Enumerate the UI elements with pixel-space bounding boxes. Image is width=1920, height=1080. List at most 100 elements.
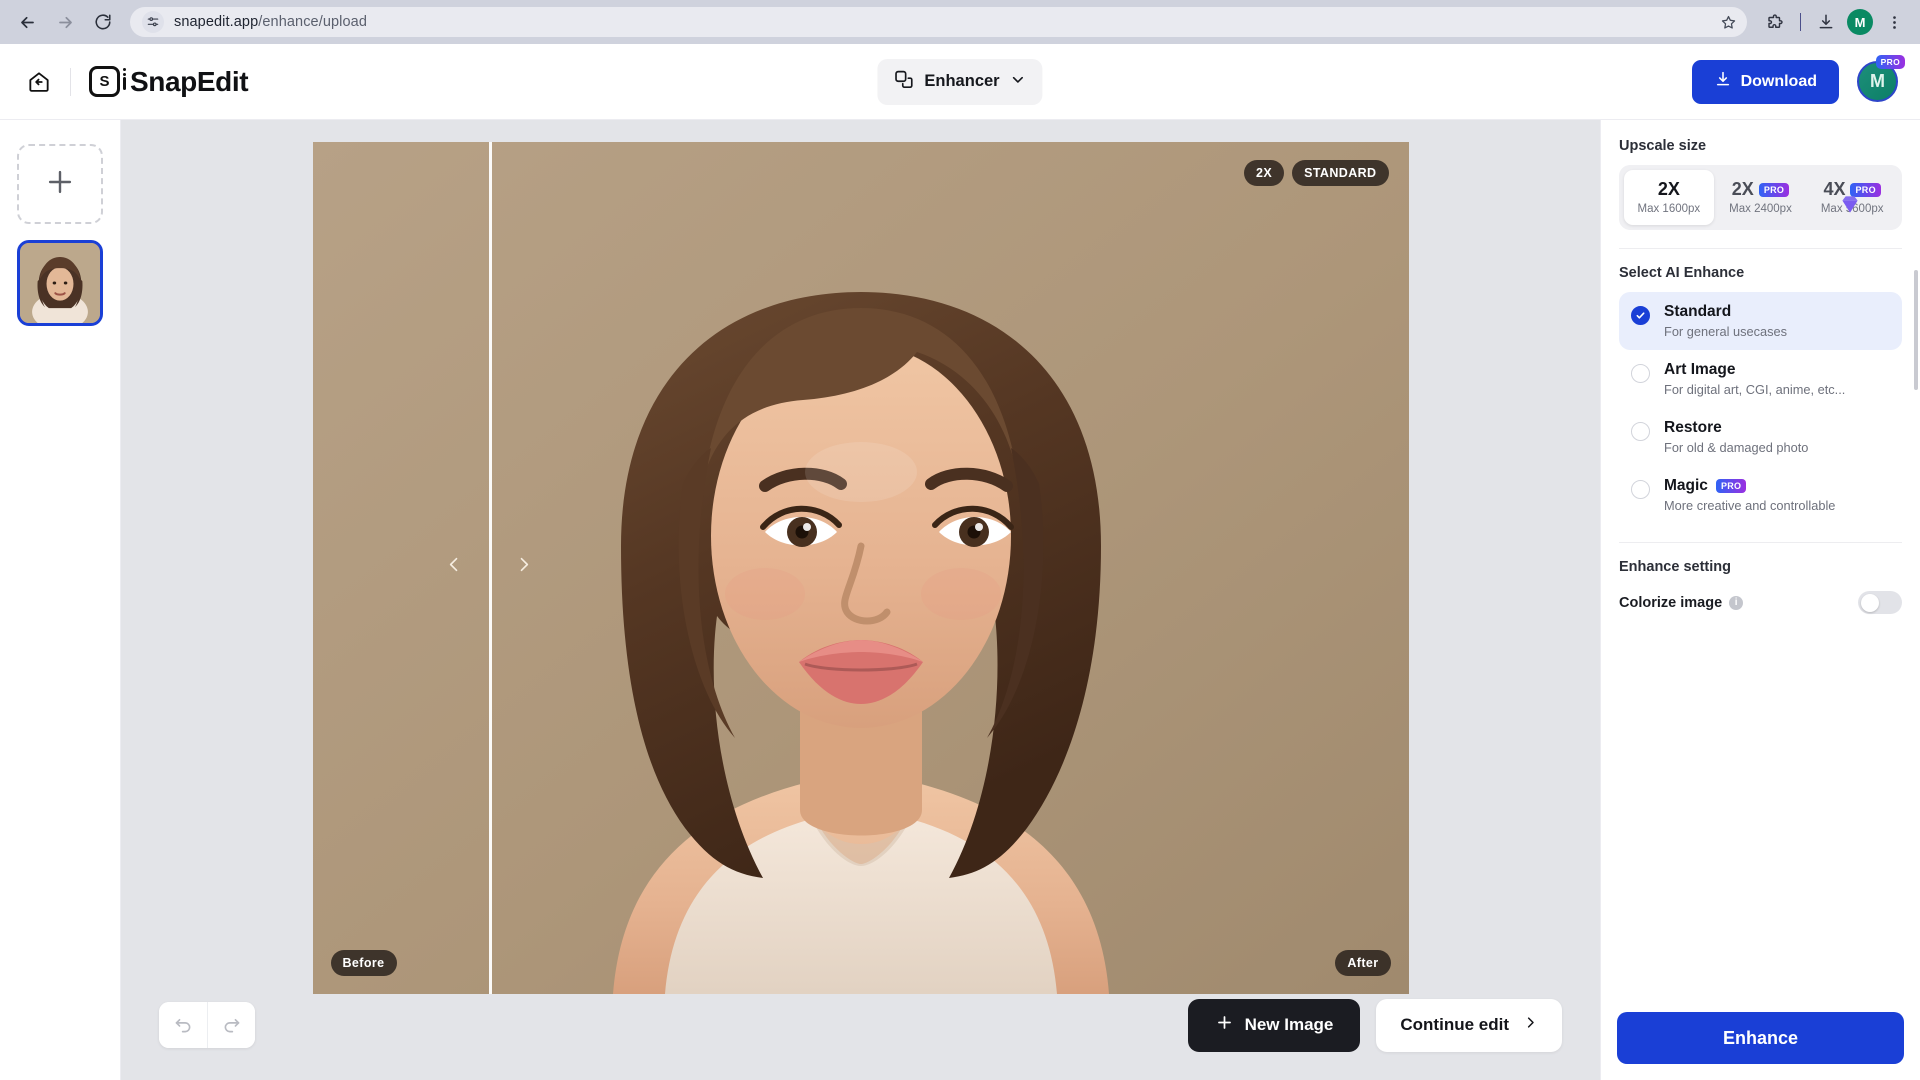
chevron-right-icon	[1523, 1015, 1538, 1035]
mode-label: Enhancer	[924, 72, 1000, 90]
plus-icon	[1215, 1013, 1234, 1037]
new-image-button[interactable]: New Image	[1187, 998, 1361, 1052]
upscale-size-group: 2X Max 1600px 2X PRO Max 2400px 4X PRO M…	[1619, 165, 1902, 230]
chrome-profile-avatar[interactable]: M	[1844, 6, 1876, 38]
radio-restore[interactable]	[1631, 422, 1650, 441]
brand-logo[interactable]: S SnapEdit	[89, 65, 249, 98]
portrait-photo	[312, 142, 1409, 994]
portrait-thumbnail-image	[20, 243, 100, 323]
pro-badge: PRO	[1758, 182, 1790, 197]
enhance-option-standard[interactable]: Standard For general usecases	[1619, 292, 1902, 350]
chevron-down-icon	[1010, 71, 1027, 93]
browser-toolbar: snapedit.app/enhance/upload M	[0, 0, 1920, 44]
panel-divider-2	[1619, 542, 1902, 543]
browser-toolbar-icons: M	[1759, 6, 1910, 38]
radio-standard[interactable]	[1631, 306, 1650, 325]
app-header: S SnapEdit Enhancer Download M PRO	[0, 44, 1920, 120]
download-button[interactable]: Download	[1691, 59, 1839, 104]
image-badges: 2X STANDARD	[1243, 160, 1389, 186]
profile-initial: M	[1847, 9, 1873, 35]
brand-name: SnapEdit	[130, 65, 249, 97]
new-image-label: New Image	[1244, 1015, 1334, 1034]
enhance-option-desc: For old & damaged photo	[1664, 440, 1809, 455]
upscale-size-title: Upscale size	[1619, 138, 1707, 154]
page-settings-icon[interactable]	[142, 11, 164, 33]
rail-thumbnail-1[interactable]	[17, 240, 103, 326]
panel-scrollbar[interactable]	[1914, 270, 1918, 390]
image-rail	[0, 120, 121, 1080]
enhance-option-name: Magic	[1664, 477, 1708, 494]
browser-back-button[interactable]	[10, 5, 44, 39]
compare-viewer[interactable]: 2X STANDARD Before After	[312, 142, 1409, 994]
pro-badge: PRO	[1715, 479, 1747, 493]
colorize-image-toggle[interactable]	[1858, 591, 1902, 614]
select-ai-enhance-title: Select AI Enhance	[1619, 265, 1745, 281]
enhancer-icon	[893, 69, 914, 95]
canvas-actions: New Image Continue edit	[1187, 998, 1562, 1052]
settings-scroll-area: Upscale size 2X Max 1600px 2X PRO Max 24…	[1601, 120, 1920, 998]
upscale-factor: 2X	[1657, 179, 1680, 199]
enhance-option-desc: More creative and controllable	[1664, 498, 1836, 513]
pro-badge: PRO	[1875, 55, 1905, 69]
enhance-option-name: Art Image	[1664, 361, 1736, 378]
url-host: snapedit.app	[174, 14, 259, 30]
pro-badge: PRO	[1850, 182, 1881, 197]
enhance-option-restore[interactable]: Restore For old & damaged photo	[1619, 408, 1902, 466]
enhance-option-desc: For general usecases	[1664, 324, 1788, 339]
logo-bar	[123, 77, 126, 90]
scale-badge: 2X	[1243, 160, 1285, 186]
download-icon	[1714, 70, 1732, 93]
settings-panel: Upscale size 2X Max 1600px 2X PRO Max 24…	[1600, 120, 1920, 1080]
upscale-factor: 4X	[1823, 179, 1846, 199]
extensions-puzzle-icon[interactable]	[1759, 6, 1791, 38]
ai-enhance-options: Standard For general usecases Art Image …	[1619, 292, 1902, 524]
colorize-image-label: Colorize image	[1619, 594, 1723, 611]
undo-button[interactable]	[159, 1002, 207, 1048]
colorize-image-label-group: Colorize image i	[1619, 594, 1744, 611]
logo-letter: S	[99, 73, 110, 90]
enhance-option-name: Standard	[1664, 303, 1732, 320]
enhance-setting-title: Enhance setting	[1619, 559, 1731, 575]
upscale-option-2x-1600[interactable]: 2X Max 1600px	[1624, 170, 1714, 225]
enhance-button[interactable]: Enhance	[1617, 1012, 1904, 1064]
upscale-option-2x-2400[interactable]: 2X PRO Max 2400px	[1716, 170, 1806, 225]
editor-canvas: 2X STANDARD Before After New Image Conti…	[121, 120, 1600, 1080]
browser-reload-button[interactable]	[86, 5, 120, 39]
upscale-factor: 2X	[1731, 179, 1754, 199]
history-controls	[159, 1002, 255, 1048]
info-icon[interactable]: i	[1729, 595, 1744, 610]
home-back-icon[interactable]	[22, 65, 56, 99]
enhance-option-magic[interactable]: Magic PRO More creative and controllable	[1619, 466, 1902, 524]
mode-badge: STANDARD	[1292, 160, 1389, 186]
mode-selector-enhancer[interactable]: Enhancer	[877, 58, 1043, 105]
download-label: Download	[1740, 72, 1817, 90]
bookmark-star-icon[interactable]	[1715, 9, 1741, 35]
upscale-max: Max 5600px	[1820, 203, 1884, 215]
panel-footer: Enhance	[1601, 998, 1920, 1080]
toggle-knob	[1861, 593, 1879, 612]
chrome-menu-icon[interactable]	[1878, 6, 1910, 38]
address-bar[interactable]: snapedit.app/enhance/upload	[130, 7, 1747, 37]
enhance-option-art-image[interactable]: Art Image For digital art, CGI, anime, e…	[1619, 350, 1902, 408]
toolbar-divider	[1800, 13, 1801, 31]
upscale-max: Max 2400px	[1729, 203, 1792, 215]
user-avatar[interactable]: M PRO	[1857, 55, 1905, 102]
continue-edit-label: Continue edit	[1400, 1015, 1509, 1034]
radio-magic[interactable]	[1631, 480, 1650, 499]
snapedit-logo-mark: S	[89, 66, 126, 97]
logo-dots	[123, 68, 126, 76]
downloads-icon[interactable]	[1810, 6, 1842, 38]
panel-divider-1	[1619, 248, 1902, 249]
upscale-option-4x-5600[interactable]: 4X PRO Max 5600px	[1807, 170, 1897, 225]
header-actions: Download M PRO	[1691, 55, 1905, 104]
redo-button[interactable]	[207, 1002, 255, 1048]
avatar-initial: M	[1870, 71, 1885, 91]
upscale-max: Max 1600px	[1637, 203, 1701, 215]
enhance-option-desc: For digital art, CGI, anime, etc...	[1664, 382, 1846, 397]
colorize-image-row: Colorize image i	[1619, 591, 1902, 614]
add-image-button[interactable]	[17, 144, 103, 224]
radio-art-image[interactable]	[1631, 364, 1650, 383]
browser-forward-button[interactable]	[48, 5, 82, 39]
plus-icon	[43, 165, 77, 204]
continue-edit-button[interactable]: Continue edit	[1376, 998, 1562, 1052]
